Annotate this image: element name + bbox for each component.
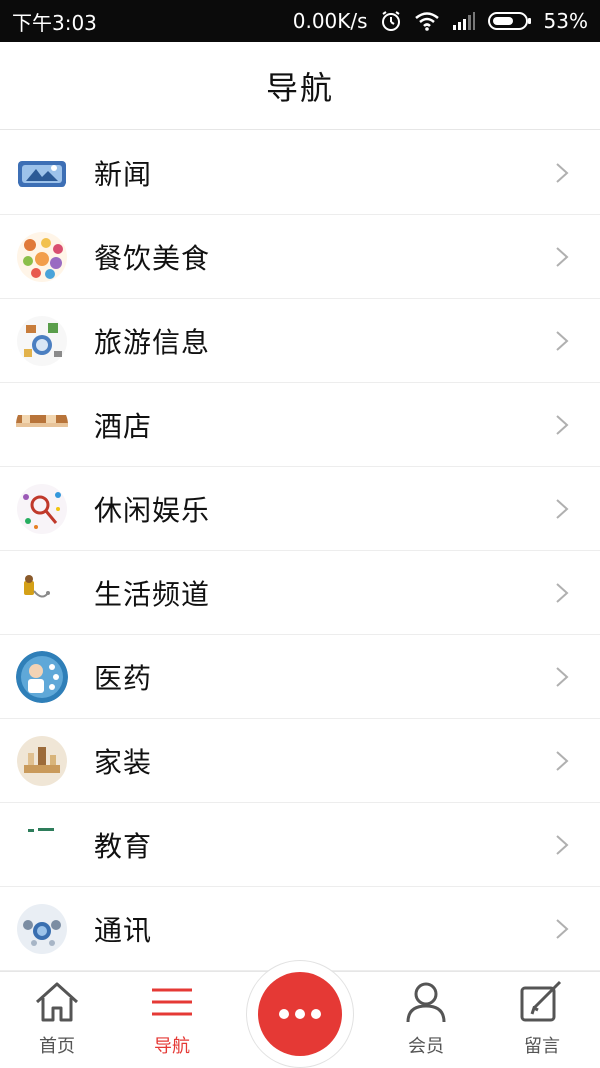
list-item-label: 家装 bbox=[94, 745, 153, 779]
list-item-label: 休闲娱乐 bbox=[94, 493, 211, 527]
news-thumbnail bbox=[16, 147, 68, 199]
chevron-right-icon bbox=[554, 917, 570, 941]
user-icon bbox=[402, 980, 450, 1028]
menu-icon bbox=[148, 980, 196, 1028]
chevron-right-icon bbox=[554, 749, 570, 773]
page-header: 导航 bbox=[0, 42, 600, 130]
status-bar: 下午3:03 0.00K/s 53% bbox=[0, 0, 600, 42]
hotel-thumbnail bbox=[16, 399, 68, 451]
list-item-label: 餐饮美食 bbox=[94, 241, 211, 275]
battery-percent: 53% bbox=[543, 9, 588, 33]
list-item-home-decor[interactable]: 家装 bbox=[0, 719, 600, 803]
chevron-right-icon bbox=[554, 161, 570, 185]
list-item-leisure[interactable]: 休闲娱乐 bbox=[0, 467, 600, 551]
status-right: 0.00K/s 53% bbox=[293, 9, 588, 33]
nav-member-label: 会员 bbox=[408, 1036, 444, 1057]
nav-message[interactable]: 留言 bbox=[502, 980, 582, 1066]
list-item-communication[interactable]: 通讯 bbox=[0, 887, 600, 971]
list-item-label: 酒店 bbox=[94, 409, 153, 443]
nav-home[interactable]: 首页 bbox=[17, 980, 97, 1066]
bottom-nav: 首页 导航 会员 留言 bbox=[0, 960, 600, 1068]
battery-icon bbox=[487, 11, 532, 31]
communication-thumbnail bbox=[16, 903, 68, 955]
nav-home-label: 首页 bbox=[39, 1036, 75, 1057]
nav-navigation[interactable]: 导航 bbox=[132, 980, 212, 1066]
chevron-right-icon bbox=[554, 833, 570, 857]
list-item-label: 生活频道 bbox=[94, 577, 211, 611]
center-more-button[interactable] bbox=[258, 972, 342, 1056]
nav-navigation-label: 导航 bbox=[154, 1036, 190, 1057]
status-left: 下午3:03 bbox=[12, 7, 97, 36]
home-icon bbox=[33, 980, 81, 1028]
leisure-thumbnail bbox=[16, 483, 68, 535]
food-thumbnail bbox=[16, 231, 68, 283]
chevron-right-icon bbox=[554, 413, 570, 437]
list-item-hotel[interactable]: 酒店 bbox=[0, 383, 600, 467]
list-item-label: 旅游信息 bbox=[94, 325, 211, 359]
list-item-education[interactable]: 教育 bbox=[0, 803, 600, 887]
status-time: 下午3:03 bbox=[12, 10, 97, 35]
list-item-news[interactable]: 新闻 bbox=[0, 131, 600, 215]
signal-icon bbox=[452, 11, 476, 31]
navigation-list: 新闻 餐饮美食 旅游信息 酒店 休闲娱乐 生活频道 医药 家装 教育 通讯 bbox=[0, 131, 600, 971]
travel-thumbnail bbox=[16, 315, 68, 367]
list-item-travel[interactable]: 旅游信息 bbox=[0, 299, 600, 383]
chevron-right-icon bbox=[554, 497, 570, 521]
list-item-life[interactable]: 生活频道 bbox=[0, 551, 600, 635]
list-item-label: 新闻 bbox=[94, 157, 153, 191]
chevron-right-icon bbox=[554, 665, 570, 689]
list-item-food[interactable]: 餐饮美食 bbox=[0, 215, 600, 299]
page-title: 导航 bbox=[265, 68, 334, 107]
more-dots-icon bbox=[276, 1005, 324, 1024]
list-item-label: 医药 bbox=[94, 661, 153, 695]
nav-member[interactable]: 会员 bbox=[386, 980, 466, 1066]
chevron-right-icon bbox=[554, 329, 570, 353]
chevron-right-icon bbox=[554, 245, 570, 269]
education-thumbnail bbox=[16, 819, 68, 871]
chevron-right-icon bbox=[554, 581, 570, 605]
edit-icon bbox=[518, 980, 566, 1028]
list-item-label: 教育 bbox=[94, 829, 153, 863]
wifi-icon bbox=[414, 11, 440, 31]
life-thumbnail bbox=[16, 567, 68, 619]
home-decor-thumbnail bbox=[16, 735, 68, 787]
list-item-label: 通讯 bbox=[94, 913, 153, 947]
alarm-icon bbox=[380, 10, 402, 32]
list-item-medicine[interactable]: 医药 bbox=[0, 635, 600, 719]
network-speed: 0.00K/s bbox=[292, 9, 368, 33]
nav-message-label: 留言 bbox=[524, 1036, 560, 1057]
medicine-thumbnail bbox=[16, 650, 68, 703]
